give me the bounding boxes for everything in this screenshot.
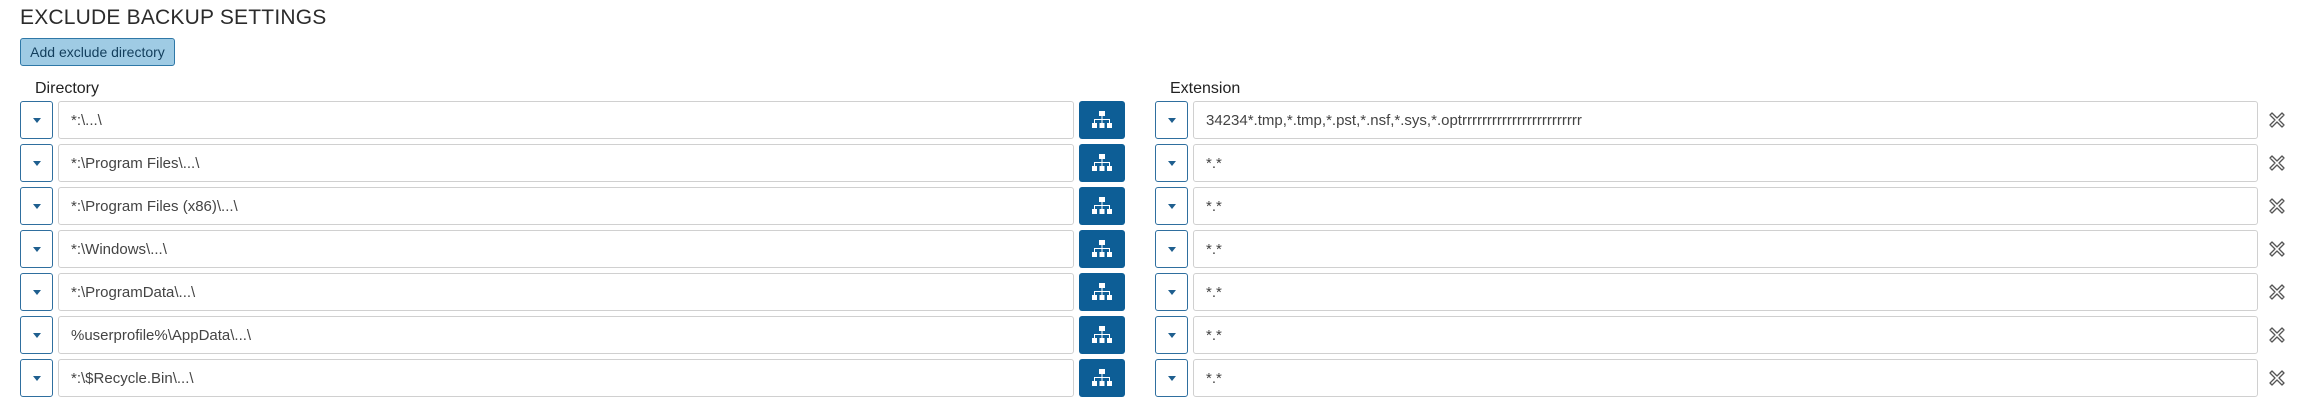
chevron-down-icon	[32, 246, 41, 252]
browse-directory-button[interactable]	[1079, 273, 1125, 311]
exclude-row: *:\ProgramData\...\ *.*	[0, 273, 2314, 311]
chevron-down-icon	[32, 375, 41, 381]
remove-x-icon	[2269, 155, 2285, 171]
exclude-row: *:\$Recycle.Bin\...\ *.*	[0, 359, 2314, 397]
directory-input[interactable]: %userprofile%\AppData\...\	[58, 316, 1074, 354]
chevron-down-icon	[32, 289, 41, 295]
directory-input[interactable]: *:\Windows\...\	[58, 230, 1074, 268]
extension-dropdown-button[interactable]	[1155, 316, 1188, 354]
extension-input[interactable]: *.*	[1193, 187, 2258, 225]
exclude-row: *:\Program Files (x86)\...\ *.*	[0, 187, 2314, 225]
exclude-row: *:\...\ 34234*.tmp,*.tmp,*.pst,*.nsf,*.s	[0, 101, 2314, 139]
remove-x-icon	[2269, 198, 2285, 214]
remove-row-button[interactable]	[2267, 153, 2287, 173]
sitemap-icon	[1092, 326, 1112, 343]
remove-row-button[interactable]	[2267, 196, 2287, 216]
directory-dropdown-button[interactable]	[20, 144, 53, 182]
sitemap-icon	[1092, 240, 1112, 257]
directory-dropdown-button[interactable]	[20, 230, 53, 268]
extension-column-header: Extension	[1170, 80, 1241, 97]
extension-dropdown-button[interactable]	[1155, 187, 1188, 225]
remove-row-button[interactable]	[2267, 325, 2287, 345]
directory-column-header: Directory	[35, 80, 100, 97]
browse-directory-button[interactable]	[1079, 101, 1125, 139]
sitemap-icon	[1092, 283, 1112, 300]
directory-input[interactable]: *:\Program Files\...\	[58, 144, 1074, 182]
extension-dropdown-button[interactable]	[1155, 359, 1188, 397]
directory-dropdown-button[interactable]	[20, 101, 53, 139]
add-exclude-directory-button[interactable]: Add exclude directory	[20, 38, 175, 66]
sitemap-icon	[1092, 111, 1112, 128]
directory-dropdown-button[interactable]	[20, 187, 53, 225]
directory-input[interactable]: *:\$Recycle.Bin\...\	[58, 359, 1074, 397]
directory-dropdown-button[interactable]	[20, 273, 53, 311]
chevron-down-icon	[32, 117, 41, 123]
extension-input[interactable]: *.*	[1193, 144, 2258, 182]
browse-directory-button[interactable]	[1079, 230, 1125, 268]
sitemap-icon	[1092, 154, 1112, 171]
remove-row-button[interactable]	[2267, 239, 2287, 259]
sitemap-icon	[1092, 197, 1112, 214]
chevron-down-icon	[1167, 332, 1176, 338]
chevron-down-icon	[32, 160, 41, 166]
exclude-row: %userprofile%\AppData\...\ *.*	[0, 316, 2314, 354]
exclude-row: *:\Program Files\...\ *.*	[0, 144, 2314, 182]
remove-x-icon	[2269, 112, 2285, 128]
chevron-down-icon	[1167, 203, 1176, 209]
remove-row-button[interactable]	[2267, 368, 2287, 388]
directory-dropdown-button[interactable]	[20, 316, 53, 354]
extension-dropdown-button[interactable]	[1155, 230, 1188, 268]
chevron-down-icon	[1167, 160, 1176, 166]
remove-x-icon	[2269, 284, 2285, 300]
page-title: EXCLUDE BACKUP SETTINGS	[20, 6, 327, 29]
extension-input[interactable]: *.*	[1193, 273, 2258, 311]
exclude-row: *:\Windows\...\ *.*	[0, 230, 2314, 268]
extension-input[interactable]: 34234*.tmp,*.tmp,*.pst,*.nsf,*.sys,*.opt…	[1193, 101, 2258, 139]
extension-input[interactable]: *.*	[1193, 359, 2258, 397]
chevron-down-icon	[32, 203, 41, 209]
browse-directory-button[interactable]	[1079, 316, 1125, 354]
remove-row-button[interactable]	[2267, 282, 2287, 302]
chevron-down-icon	[1167, 375, 1176, 381]
browse-directory-button[interactable]	[1079, 144, 1125, 182]
directory-input[interactable]: *:\Program Files (x86)\...\	[58, 187, 1074, 225]
extension-dropdown-button[interactable]	[1155, 273, 1188, 311]
browse-directory-button[interactable]	[1079, 187, 1125, 225]
chevron-down-icon	[1167, 289, 1176, 295]
extension-dropdown-button[interactable]	[1155, 144, 1188, 182]
chevron-down-icon	[1167, 117, 1176, 123]
directory-dropdown-button[interactable]	[20, 359, 53, 397]
remove-x-icon	[2269, 370, 2285, 386]
extension-input[interactable]: *.*	[1193, 230, 2258, 268]
directory-input[interactable]: *:\ProgramData\...\	[58, 273, 1074, 311]
sitemap-icon	[1092, 369, 1112, 386]
extension-input[interactable]: *.*	[1193, 316, 2258, 354]
chevron-down-icon	[32, 332, 41, 338]
directory-input[interactable]: *:\...\	[58, 101, 1074, 139]
remove-x-icon	[2269, 241, 2285, 257]
chevron-down-icon	[1167, 246, 1176, 252]
remove-x-icon	[2269, 327, 2285, 343]
browse-directory-button[interactable]	[1079, 359, 1125, 397]
extension-dropdown-button[interactable]	[1155, 101, 1188, 139]
remove-row-button[interactable]	[2267, 110, 2287, 130]
